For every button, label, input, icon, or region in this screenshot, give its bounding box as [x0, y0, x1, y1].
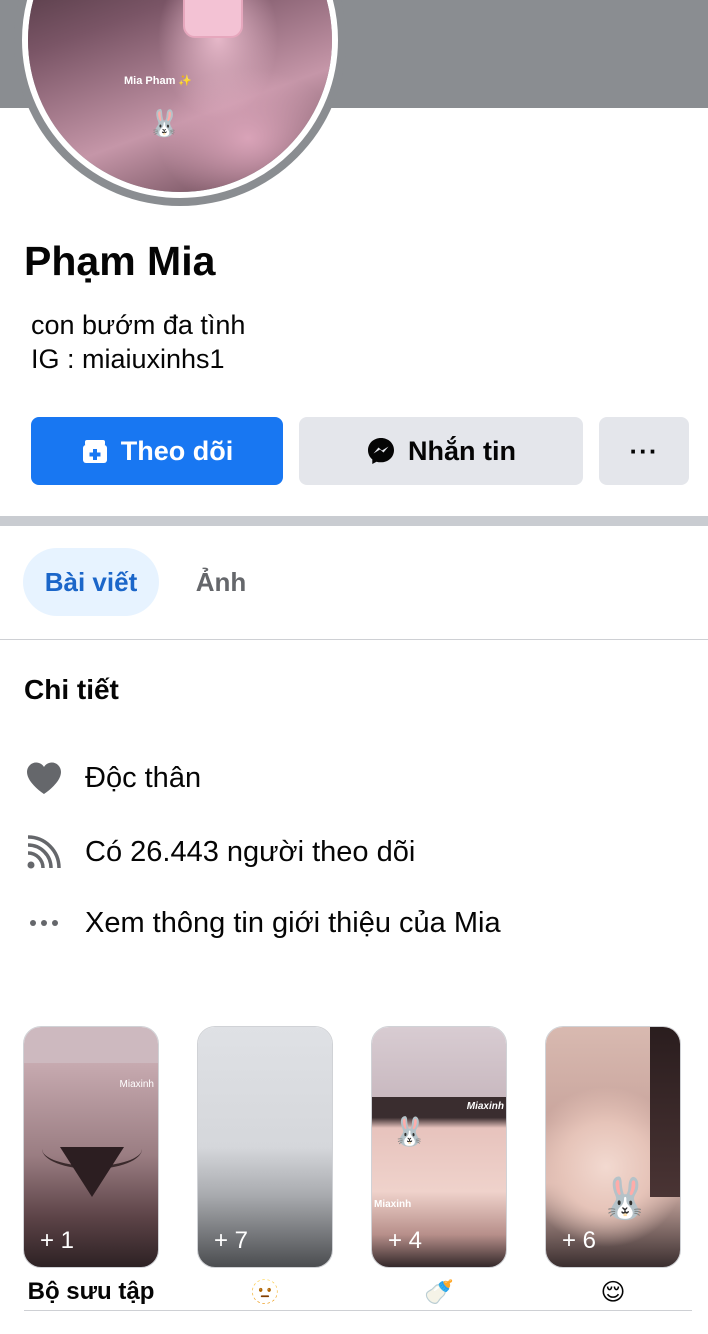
avatar-image: Mia Pham ✨ 🐰 — [28, 0, 332, 192]
details-title: Chi tiết — [24, 674, 119, 705]
avatar-emoji: 🐰 — [148, 108, 181, 138]
detail-relationship: Độc thân — [24, 758, 201, 798]
profile-name: Phạm Mia — [24, 238, 216, 284]
more-icon: ··· — [629, 435, 659, 466]
follow-button[interactable]: Theo dõi — [31, 417, 283, 485]
detail-see-about[interactable]: Xem thông tin giới thiệu của Mia — [24, 903, 501, 943]
highlight-count: + 4 — [388, 1227, 423, 1254]
highlight-item[interactable]: Miaxinh 🐰 Miaxinh + 4 — [371, 1026, 507, 1268]
follow-label: Theo dõi — [120, 435, 234, 466]
highlight-item[interactable]: 🐰 + 6 — [545, 1026, 681, 1268]
more-options-button[interactable]: ··· — [599, 417, 689, 485]
profile-tabs: Bài viết Ảnh — [0, 526, 708, 640]
highlight-item[interactable]: + 7 — [197, 1026, 333, 1268]
detail-text: Độc thân — [85, 761, 202, 794]
messenger-icon — [366, 436, 396, 466]
detail-text: Xem thông tin giới thiệu của Mia — [85, 906, 501, 939]
tabs-divider — [0, 639, 708, 640]
bio-line: IG : miaiuxinhs1 — [31, 344, 225, 374]
highlight-watermark: Miaxinh — [466, 1101, 504, 1112]
detail-text: Có 26.443 người theo dõi — [85, 835, 416, 868]
bio-line: con bướm đa tình — [31, 310, 246, 340]
tab-posts[interactable]: Bài viết — [23, 548, 159, 616]
avatar-caption: Mia Pham ✨ — [124, 75, 193, 87]
detail-followers[interactable]: Có 26.443 người theo dõi — [24, 832, 415, 872]
section-divider — [24, 1310, 692, 1311]
phone-in-photo — [183, 0, 243, 38]
highlight-caption: 😌 — [600, 1279, 626, 1306]
highlight-count: + 7 — [214, 1227, 249, 1254]
highlight-item[interactable]: Miaxinh + 1 — [23, 1026, 159, 1268]
section-divider — [0, 516, 708, 526]
ellipsis-icon — [24, 903, 64, 943]
highlight-caption: 🍼 — [424, 1279, 454, 1306]
highlight-watermark: Miaxinh — [119, 1079, 154, 1090]
highlight-caption: Bộ sưu tập — [27, 1278, 155, 1305]
tab-photos[interactable]: Ảnh — [176, 548, 266, 616]
highlight-caption: 🫥 — [250, 1279, 280, 1306]
highlight-watermark: Miaxinh — [374, 1199, 412, 1210]
bunny-emoji: 🐰 — [392, 1116, 427, 1147]
profile-bio: con bướm đa tình IG : miaiuxinhs1 — [31, 308, 245, 376]
message-label: Nhắn tin — [408, 435, 516, 466]
rss-icon — [24, 832, 64, 872]
highlight-count: + 1 — [40, 1227, 75, 1254]
heart-icon — [24, 758, 64, 798]
bunny-emoji: 🐰 — [600, 1177, 650, 1221]
highlight-count: + 6 — [562, 1227, 597, 1254]
message-button[interactable]: Nhắn tin — [299, 417, 583, 485]
avatar[interactable]: Mia Pham ✨ 🐰 — [22, 0, 338, 198]
follow-icon — [81, 437, 109, 465]
